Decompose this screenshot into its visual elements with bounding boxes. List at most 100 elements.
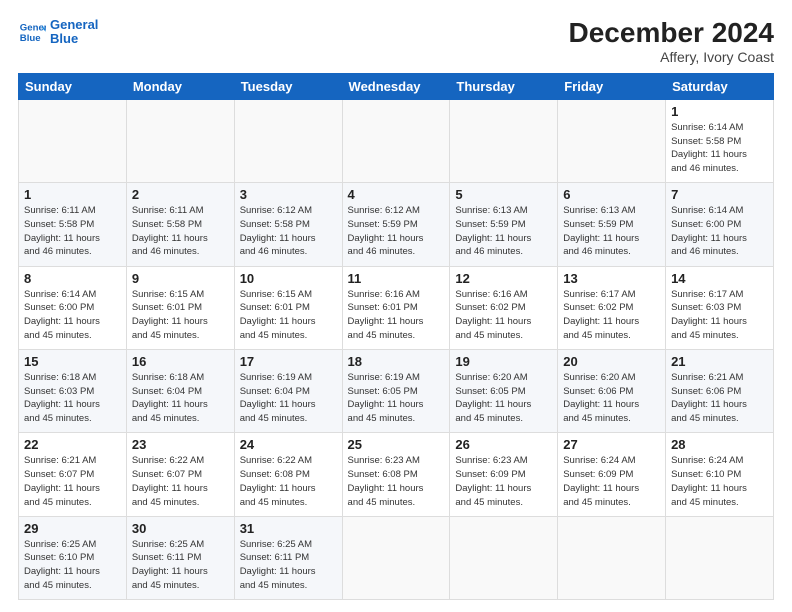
calendar-cell: 12 Sunrise: 6:16 AMSunset: 6:02 PMDaylig… (450, 266, 558, 349)
day-info: Sunrise: 6:14 AMSunset: 6:00 PMDaylight:… (24, 289, 100, 341)
day-number: 21 (671, 354, 768, 369)
day-number: 20 (563, 354, 660, 369)
calendar-cell (450, 516, 558, 599)
calendar-cell (19, 99, 127, 182)
day-number: 1 (671, 104, 768, 119)
calendar-cell: 22 Sunrise: 6:21 AMSunset: 6:07 PMDaylig… (19, 433, 127, 516)
day-number: 4 (348, 187, 445, 202)
calendar-cell (450, 99, 558, 182)
day-info: Sunrise: 6:12 AMSunset: 5:58 PMDaylight:… (240, 205, 316, 257)
logo: General Blue General Blue (18, 18, 98, 47)
week-row-2: 1 Sunrise: 6:11 AMSunset: 5:58 PMDayligh… (19, 183, 774, 266)
calendar-cell: 1 Sunrise: 6:14 AMSunset: 5:58 PMDayligh… (666, 99, 774, 182)
weekday-header-monday: Monday (126, 73, 234, 99)
calendar-cell: 31 Sunrise: 6:25 AMSunset: 6:11 PMDaylig… (234, 516, 342, 599)
day-number: 18 (348, 354, 445, 369)
day-number: 8 (24, 271, 121, 286)
calendar-cell: 27 Sunrise: 6:24 AMSunset: 6:09 PMDaylig… (558, 433, 666, 516)
day-info: Sunrise: 6:19 AMSunset: 6:04 PMDaylight:… (240, 372, 316, 424)
calendar-table: SundayMondayTuesdayWednesdayThursdayFrid… (18, 73, 774, 600)
logo-text-general: General (50, 18, 98, 32)
day-info: Sunrise: 6:14 AMSunset: 6:00 PMDaylight:… (671, 205, 747, 257)
calendar-cell: 24 Sunrise: 6:22 AMSunset: 6:08 PMDaylig… (234, 433, 342, 516)
day-info: Sunrise: 6:20 AMSunset: 6:05 PMDaylight:… (455, 372, 531, 424)
day-number: 5 (455, 187, 552, 202)
day-number: 24 (240, 437, 337, 452)
calendar-cell: 13 Sunrise: 6:17 AMSunset: 6:02 PMDaylig… (558, 266, 666, 349)
svg-text:Blue: Blue (20, 33, 41, 44)
day-info: Sunrise: 6:22 AMSunset: 6:08 PMDaylight:… (240, 455, 316, 507)
day-info: Sunrise: 6:15 AMSunset: 6:01 PMDaylight:… (240, 289, 316, 341)
day-info: Sunrise: 6:12 AMSunset: 5:59 PMDaylight:… (348, 205, 424, 257)
calendar-cell: 9 Sunrise: 6:15 AMSunset: 6:01 PMDayligh… (126, 266, 234, 349)
day-number: 15 (24, 354, 121, 369)
calendar-cell: 17 Sunrise: 6:19 AMSunset: 6:04 PMDaylig… (234, 349, 342, 432)
day-number: 26 (455, 437, 552, 452)
calendar-cell: 25 Sunrise: 6:23 AMSunset: 6:08 PMDaylig… (342, 433, 450, 516)
day-number: 28 (671, 437, 768, 452)
day-number: 31 (240, 521, 337, 536)
day-number: 19 (455, 354, 552, 369)
day-number: 27 (563, 437, 660, 452)
calendar-subtitle: Affery, Ivory Coast (569, 49, 774, 65)
day-info: Sunrise: 6:13 AMSunset: 5:59 PMDaylight:… (455, 205, 531, 257)
calendar-cell: 28 Sunrise: 6:24 AMSunset: 6:10 PMDaylig… (666, 433, 774, 516)
calendar-cell: 7 Sunrise: 6:14 AMSunset: 6:00 PMDayligh… (666, 183, 774, 266)
week-row-3: 8 Sunrise: 6:14 AMSunset: 6:00 PMDayligh… (19, 266, 774, 349)
calendar-cell: 19 Sunrise: 6:20 AMSunset: 6:05 PMDaylig… (450, 349, 558, 432)
weekday-header-thursday: Thursday (450, 73, 558, 99)
day-info: Sunrise: 6:24 AMSunset: 6:09 PMDaylight:… (563, 455, 639, 507)
day-info: Sunrise: 6:17 AMSunset: 6:02 PMDaylight:… (563, 289, 639, 341)
weekday-header-tuesday: Tuesday (234, 73, 342, 99)
day-number: 16 (132, 354, 229, 369)
calendar-cell (558, 516, 666, 599)
weekday-header-saturday: Saturday (666, 73, 774, 99)
day-number: 25 (348, 437, 445, 452)
day-info: Sunrise: 6:25 AMSunset: 6:11 PMDaylight:… (240, 539, 316, 591)
day-info: Sunrise: 6:16 AMSunset: 6:01 PMDaylight:… (348, 289, 424, 341)
calendar-cell: 14 Sunrise: 6:17 AMSunset: 6:03 PMDaylig… (666, 266, 774, 349)
svg-text:General: General (20, 23, 46, 34)
day-number: 9 (132, 271, 229, 286)
logo-text-blue: Blue (50, 32, 98, 46)
calendar-cell: 26 Sunrise: 6:23 AMSunset: 6:09 PMDaylig… (450, 433, 558, 516)
calendar-cell (234, 99, 342, 182)
day-number: 3 (240, 187, 337, 202)
day-number: 11 (348, 271, 445, 286)
calendar-cell: 6 Sunrise: 6:13 AMSunset: 5:59 PMDayligh… (558, 183, 666, 266)
day-info: Sunrise: 6:17 AMSunset: 6:03 PMDaylight:… (671, 289, 747, 341)
weekday-header-friday: Friday (558, 73, 666, 99)
day-number: 13 (563, 271, 660, 286)
day-number: 7 (671, 187, 768, 202)
day-number: 29 (24, 521, 121, 536)
calendar-cell: 3 Sunrise: 6:12 AMSunset: 5:58 PMDayligh… (234, 183, 342, 266)
calendar-cell: 30 Sunrise: 6:25 AMSunset: 6:11 PMDaylig… (126, 516, 234, 599)
calendar-cell: 23 Sunrise: 6:22 AMSunset: 6:07 PMDaylig… (126, 433, 234, 516)
day-number: 12 (455, 271, 552, 286)
day-info: Sunrise: 6:25 AMSunset: 6:10 PMDaylight:… (24, 539, 100, 591)
day-number: 10 (240, 271, 337, 286)
day-info: Sunrise: 6:20 AMSunset: 6:06 PMDaylight:… (563, 372, 639, 424)
week-row-1: 1 Sunrise: 6:14 AMSunset: 5:58 PMDayligh… (19, 99, 774, 182)
calendar-cell (558, 99, 666, 182)
day-number: 6 (563, 187, 660, 202)
calendar-cell: 21 Sunrise: 6:21 AMSunset: 6:06 PMDaylig… (666, 349, 774, 432)
day-info: Sunrise: 6:25 AMSunset: 6:11 PMDaylight:… (132, 539, 208, 591)
day-number: 1 (24, 187, 121, 202)
day-number: 30 (132, 521, 229, 536)
title-block: December 2024 Affery, Ivory Coast (569, 18, 774, 65)
calendar-cell: 11 Sunrise: 6:16 AMSunset: 6:01 PMDaylig… (342, 266, 450, 349)
day-info: Sunrise: 6:22 AMSunset: 6:07 PMDaylight:… (132, 455, 208, 507)
calendar-cell: 2 Sunrise: 6:11 AMSunset: 5:58 PMDayligh… (126, 183, 234, 266)
weekday-header-row: SundayMondayTuesdayWednesdayThursdayFrid… (19, 73, 774, 99)
day-info: Sunrise: 6:14 AMSunset: 5:58 PMDaylight:… (671, 122, 747, 174)
week-row-4: 15 Sunrise: 6:18 AMSunset: 6:03 PMDaylig… (19, 349, 774, 432)
calendar-cell: 1 Sunrise: 6:11 AMSunset: 5:58 PMDayligh… (19, 183, 127, 266)
day-info: Sunrise: 6:16 AMSunset: 6:02 PMDaylight:… (455, 289, 531, 341)
week-row-5: 22 Sunrise: 6:21 AMSunset: 6:07 PMDaylig… (19, 433, 774, 516)
week-row-6: 29 Sunrise: 6:25 AMSunset: 6:10 PMDaylig… (19, 516, 774, 599)
weekday-header-wednesday: Wednesday (342, 73, 450, 99)
calendar-page: General Blue General Blue December 2024 … (0, 0, 792, 612)
weekday-header-sunday: Sunday (19, 73, 127, 99)
day-info: Sunrise: 6:13 AMSunset: 5:59 PMDaylight:… (563, 205, 639, 257)
